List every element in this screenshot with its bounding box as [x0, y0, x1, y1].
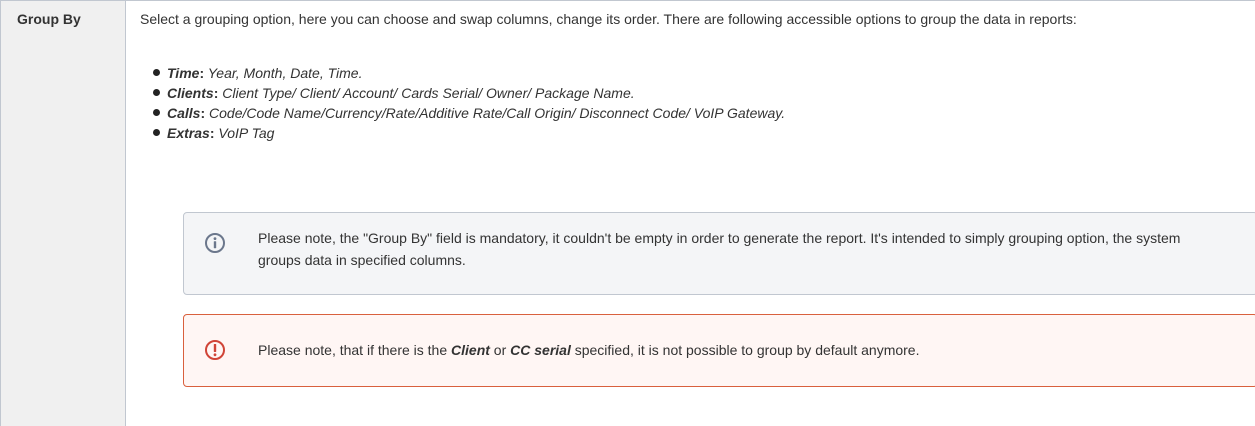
group-by-table-row: Group By Select a grouping option, here …	[0, 0, 1255, 426]
row-header-label: Group By	[17, 11, 81, 27]
option-text: Code/Code Name/Currency/Rate/Additive Ra…	[205, 105, 786, 121]
list-item: Extras: VoIP Tag	[126, 123, 785, 143]
warning-text-before: Please note, that if there is the	[258, 342, 452, 358]
intro-paragraph: Select a grouping option, here you can c…	[140, 11, 1077, 27]
info-panel-text: Please note, the "Group By" field is man…	[258, 230, 1181, 268]
warning-or: or	[489, 342, 511, 358]
list-item: Clients: Client Type/ Client/ Account/ C…	[126, 83, 785, 103]
info-panel: Please note, the "Group By" field is man…	[183, 212, 1255, 295]
option-text: VoIP Tag	[214, 125, 275, 141]
option-name: Time	[167, 65, 200, 81]
warning-text-after: specified, it is not possible to group b…	[570, 342, 920, 358]
option-name: Calls	[167, 105, 201, 121]
list-item: Time: Year, Month, Date, Time.	[126, 63, 785, 83]
row-content-cell: Select a grouping option, here you can c…	[125, 0, 1255, 426]
warning-icon	[205, 340, 225, 360]
grouping-options-list: Time: Year, Month, Date, Time. Clients: …	[126, 63, 785, 143]
warning-client: Client	[451, 342, 490, 358]
option-text: Year, Month, Date, Time.	[204, 65, 363, 81]
option-name: Extras	[167, 125, 210, 141]
option-text: Client Type/ Client/ Account/ Cards Seri…	[218, 85, 635, 101]
row-header-cell: Group By	[0, 0, 126, 426]
option-name: Clients	[167, 85, 214, 101]
warning-panel-text: Please note, that if there is the Client…	[258, 339, 1218, 361]
list-item: Calls: Code/Code Name/Currency/Rate/Addi…	[126, 103, 785, 123]
warning-panel: Please note, that if there is the Client…	[183, 314, 1255, 387]
info-icon	[205, 233, 225, 253]
warning-cc-serial: CC serial	[510, 342, 571, 358]
